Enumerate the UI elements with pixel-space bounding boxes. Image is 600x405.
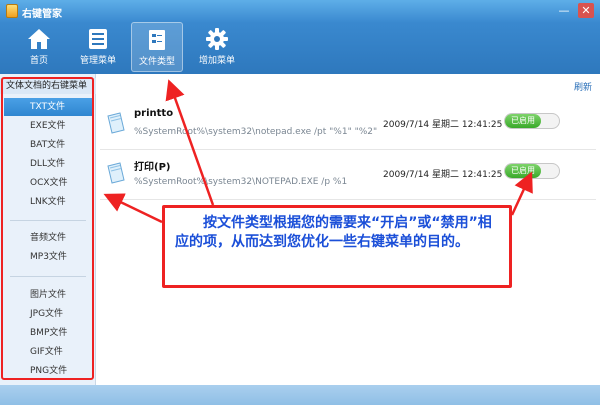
toolbar-file-type[interactable]: 文件类型	[131, 22, 183, 72]
menu-entry-row: 打印(P) %SystemRoot%\system32\NOTEPAD.EXE …	[100, 150, 596, 200]
refresh-link[interactable]: 刷新	[574, 80, 592, 93]
menu-entry-row: printto %SystemRoot%\system32\notepad.ex…	[100, 100, 596, 150]
toggle-status-label: 已启用	[505, 164, 541, 178]
toolbar-add-menu[interactable]: 增加菜单	[191, 22, 243, 72]
home-icon	[28, 29, 50, 49]
entry-command: %SystemRoot%\system32\notepad.exe /pt "%…	[134, 127, 380, 137]
main-toolbar: 首页 管理菜单 文件类型 增加菜单	[0, 22, 600, 74]
annotation-callout: 按文件类型根据您的需要来“开启”或“禁用”相应的项，从而达到您优化一些右键菜单的…	[162, 205, 512, 288]
gear-icon	[206, 28, 228, 50]
entry-date: 2009/7/14 星期二 12:41:25	[383, 120, 503, 130]
minimize-button[interactable]: —	[556, 3, 572, 18]
entry-name: printto	[134, 108, 174, 119]
enable-toggle[interactable]: 已启用	[504, 163, 560, 179]
toolbar-home-label: 首页	[29, 56, 48, 66]
entry-date: 2009/7/14 星期二 12:41:25	[383, 170, 503, 180]
status-bar	[0, 385, 600, 405]
entry-command: %SystemRoot%\system32\NOTEPAD.EXE /p %1	[134, 177, 348, 187]
toolbar-manage-menu-label: 管理菜单	[79, 56, 116, 66]
sidebar-highlight-box	[1, 77, 94, 380]
window-title: 右键管家	[22, 9, 62, 20]
filetype-icon	[149, 30, 165, 50]
enable-toggle[interactable]: 已启用	[504, 113, 560, 129]
entry-name: 打印(P)	[134, 162, 171, 173]
notepad-file-icon	[107, 112, 125, 134]
toolbar-home[interactable]: 首页	[13, 22, 65, 72]
title-bar: 右键管家 — ✕	[0, 0, 600, 22]
toolbar-file-type-label: 文件类型	[138, 57, 175, 67]
list-icon	[89, 29, 107, 49]
close-button[interactable]: ✕	[578, 3, 594, 18]
toolbar-add-menu-label: 增加菜单	[198, 56, 235, 66]
notepad-file-icon	[107, 162, 125, 184]
toolbar-manage-menu[interactable]: 管理菜单	[72, 22, 124, 72]
app-logo-icon	[6, 4, 18, 18]
toggle-status-label: 已启用	[505, 114, 541, 128]
